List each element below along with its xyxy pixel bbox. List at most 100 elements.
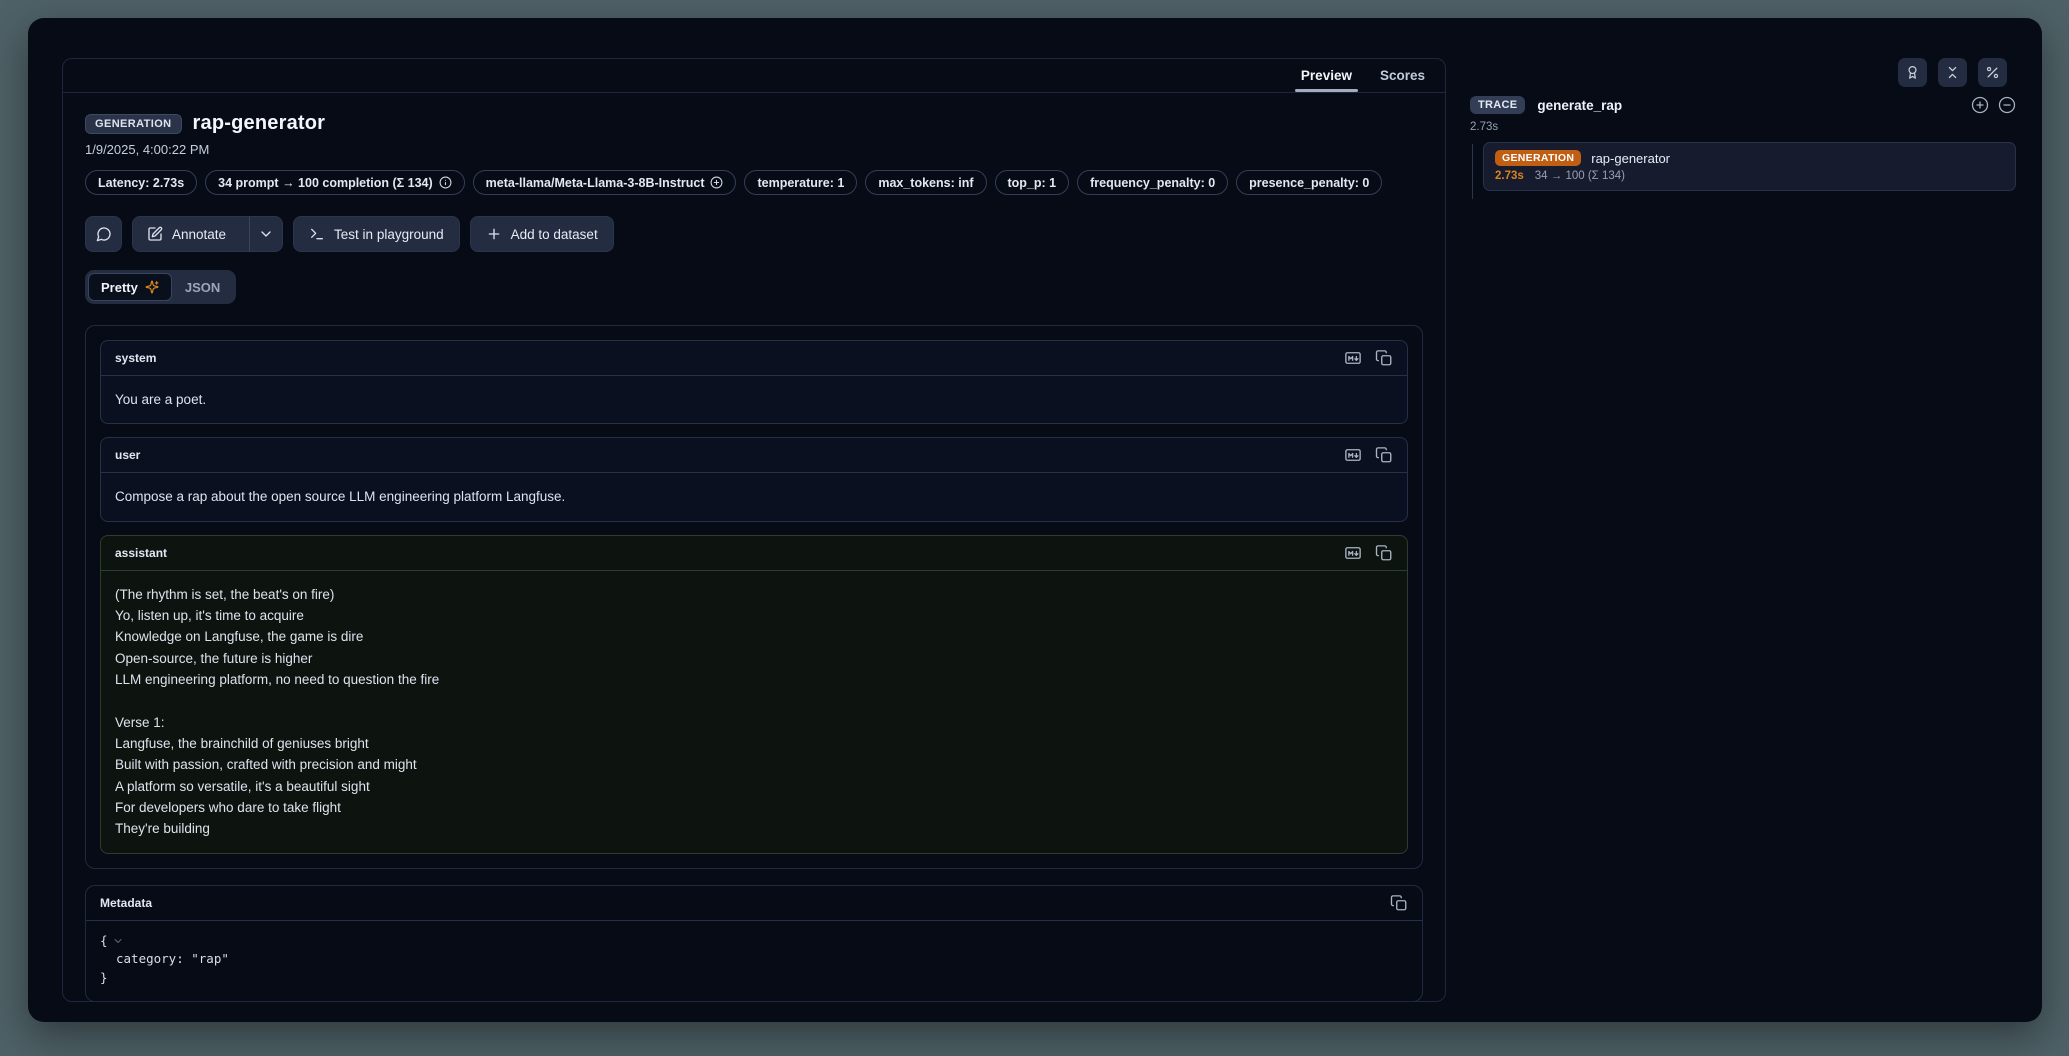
json-view-segment[interactable]: JSON [172,273,233,301]
expand-all-icon[interactable] [1971,96,1989,114]
percent-view-button[interactable] [1978,58,2007,87]
tree-controls [1971,96,2016,114]
trace-type-badge: TRACE [1470,96,1525,114]
system-message-header: system [101,341,1407,376]
observation-title: rap-generator [193,112,326,135]
markdown-icon[interactable] [1344,544,1362,562]
system-header-icons [1344,349,1393,367]
observation-preview-card: Preview Scores GENERATION rap-generator … [62,58,1446,1002]
assistant-header-icons [1344,544,1393,562]
collapse-panel-button[interactable] [1938,58,1967,87]
observation-tree: GENERATION rap-generator 2.73s 34 → 100 … [1470,142,2016,191]
assistant-role-label: assistant [115,546,167,560]
terminal-icon [309,226,325,242]
markdown-icon[interactable] [1344,446,1362,464]
pretty-json-toggle: Pretty JSON [85,270,236,304]
title-row: GENERATION rap-generator [85,112,1423,135]
frequency-penalty-badge: frequency_penalty: 0 [1077,170,1228,195]
metadata-title: Metadata [100,896,152,910]
copy-icon[interactable] [1375,446,1393,464]
node-token-usage: 34 → 100 (Σ 134) [1535,170,1625,182]
window-toolbar [1898,58,2007,87]
tab-preview-label: Preview [1301,68,1352,83]
user-header-icons [1344,446,1393,464]
chevrons-collapse-icon [1945,65,1960,80]
observation-detail-body: GENERATION rap-generator 1/9/2025, 4:00:… [63,93,1445,1001]
copy-icon[interactable] [1375,544,1393,562]
max-tokens-badge: max_tokens: inf [865,170,986,195]
metadata-json-close: } [100,969,1408,988]
comments-button[interactable] [85,216,122,252]
node-duration: 2.73s [1495,170,1524,182]
user-role-label: user [115,448,140,462]
system-role-label: system [115,351,156,365]
metadata-json-view: { category: "rap" } [86,921,1422,1001]
copy-icon[interactable] [1390,894,1408,912]
trace-name[interactable]: generate_rap [1537,98,1622,113]
edit-pen-icon [147,226,163,242]
top-p-badge: top_p: 1 [995,170,1070,195]
annotation-queue-button[interactable] [1898,58,1927,87]
token-usage-badge[interactable]: 34 prompt → 100 completion (Σ 134) [205,170,465,195]
pretty-view-segment[interactable]: Pretty [88,273,172,301]
award-icon [1905,65,1920,80]
annotate-dropdown-button[interactable] [249,217,282,251]
tree-indent-line [1472,144,1473,199]
trace-tree-panel: TRACE generate_rap 2.73s GENERATION rap-… [1470,96,2016,191]
annotate-button[interactable]: Annotate [133,217,240,251]
info-icon [439,176,452,189]
messages-container: system You are a poet. user [85,325,1423,869]
tab-scores-label: Scores [1380,68,1425,83]
metadata-json-open: { [100,932,1408,951]
copy-icon[interactable] [1375,349,1393,367]
assistant-message-header: assistant [101,536,1407,571]
percent-icon [1985,65,2000,80]
metadata-header-icons [1390,894,1408,912]
comment-bubble-icon [96,226,112,242]
plus-circle-icon [710,176,723,189]
metadata-json-entry: category: "rap" [100,950,1408,969]
trace-detail-window: Preview Scores GENERATION rap-generator … [28,18,2042,1022]
assistant-message-block: assistant (The rhythm is set, the beat's… [100,535,1408,854]
presence-penalty-badge: presence_penalty: 0 [1236,170,1382,195]
sparkles-icon [145,280,159,294]
metadata-box: Metadata { category: "rap" } [85,885,1423,1001]
node-type-badge: GENERATION [1495,150,1581,166]
metadata-header: Metadata [86,886,1422,921]
plus-icon [486,226,502,242]
test-in-playground-button[interactable]: Test in playground [293,216,460,252]
model-parameter-badges: Latency: 2.73s 34 prompt → 100 completio… [85,170,1423,195]
collapse-all-icon[interactable] [1998,96,2016,114]
tab-preview[interactable]: Preview [1287,59,1366,92]
node-title-row: GENERATION rap-generator [1495,150,2004,166]
temperature-badge: temperature: 1 [744,170,857,195]
trace-duration: 2.73s [1470,121,2016,133]
node-metrics-row: 2.73s 34 → 100 (Σ 134) [1495,170,2004,182]
trace-header-row: TRACE generate_rap [1470,96,2016,114]
json-label: JSON [185,280,220,295]
user-message-header: user [101,438,1407,473]
annotate-split-button: Annotate [132,216,283,252]
system-message-content: You are a poet. [101,376,1407,423]
tab-scores[interactable]: Scores [1366,59,1439,92]
add-to-dataset-button[interactable]: Add to dataset [470,216,614,252]
markdown-icon[interactable] [1344,349,1362,367]
preview-scores-tablist: Preview Scores [63,59,1445,93]
pretty-label: Pretty [101,280,138,295]
generation-tree-node[interactable]: GENERATION rap-generator 2.73s 34 → 100 … [1483,142,2016,191]
user-message-content: Compose a rap about the open source LLM … [101,473,1407,520]
model-badge[interactable]: meta-llama/Meta-Llama-3-8B-Instruct [473,170,737,195]
latency-badge: Latency: 2.73s [85,170,197,195]
collapse-toggle-icon[interactable] [112,935,124,947]
observation-type-badge: GENERATION [85,114,182,134]
view-toggle-row: Pretty JSON [85,270,1423,304]
add-to-dataset-label: Add to dataset [511,227,598,242]
observation-timestamp: 1/9/2025, 4:00:22 PM [85,142,1423,157]
annotate-label: Annotate [172,227,226,242]
system-message-block: system You are a poet. [100,340,1408,424]
test-in-playground-label: Test in playground [334,227,444,242]
node-name: rap-generator [1591,151,1670,166]
user-message-block: user Compose a rap about the open source… [100,437,1408,521]
action-buttons-row: Annotate Test in playground Add to datas… [85,216,1423,252]
page-background: { "tabs": [ { "label": "Preview", "activ… [0,0,2069,1056]
